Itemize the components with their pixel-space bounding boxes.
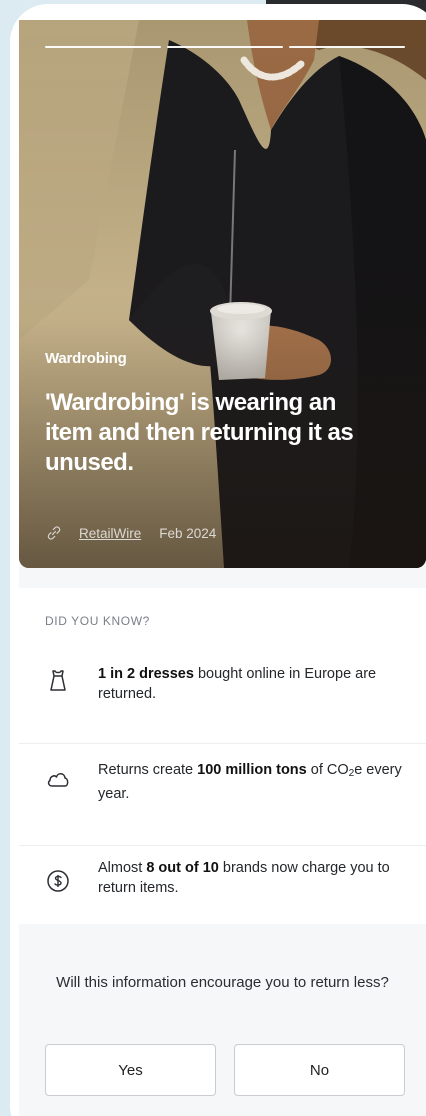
answer-buttons: Yes No [45, 1044, 405, 1096]
did-you-know-label: DID YOU KNOW? [45, 614, 150, 628]
story-tag: Wardrobing [45, 350, 127, 367]
did-you-know-card: DID YOU KNOW? 1 in 2 dresses bought onli… [19, 588, 426, 924]
progress-segment [289, 46, 405, 48]
story-hero[interactable]: Wardrobing 'Wardrobing' is wearing an it… [19, 20, 426, 568]
cloud-icon [47, 773, 69, 787]
dollar-coin-icon [47, 870, 69, 892]
story-source: RetailWire Feb 2024 [45, 524, 216, 542]
fact-item: 1 in 2 dresses bought online in Europe a… [19, 644, 426, 744]
fact-item: Almost 8 out of 10 brands now charge you… [19, 846, 426, 924]
progress-segment [45, 46, 161, 48]
story-photo [19, 20, 426, 568]
no-button[interactable]: No [234, 1044, 405, 1096]
story-screen: Wardrobing 'Wardrobing' is wearing an it… [19, 20, 426, 1116]
link-icon [47, 526, 61, 540]
fact-item: Returns create 100 million tons of CO2e … [19, 746, 426, 846]
yes-button[interactable]: Yes [45, 1044, 216, 1096]
fact-text: Almost 8 out of 10 brands now charge you… [98, 860, 390, 896]
fact-text: Returns create 100 million tons of CO2e … [98, 762, 402, 802]
story-progress-bar [45, 46, 405, 49]
source-link[interactable]: RetailWire [79, 526, 141, 541]
progress-segment [167, 46, 283, 48]
story-title: 'Wardrobing' is wearing an item and then… [45, 389, 354, 476]
dress-icon [50, 670, 66, 691]
source-date: Feb 2024 [159, 525, 217, 541]
fact-text: 1 in 2 dresses bought online in Europe a… [98, 666, 377, 702]
feedback-question: Will this information encourage you to r… [56, 974, 389, 991]
